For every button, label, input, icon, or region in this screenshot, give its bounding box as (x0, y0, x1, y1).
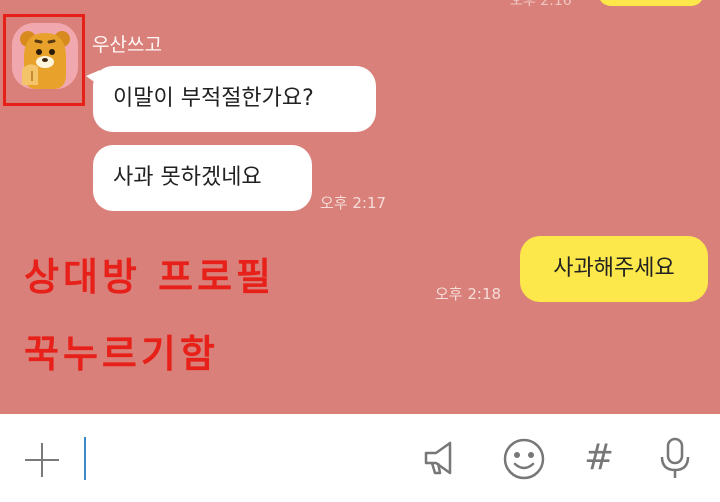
message-time: 오후 2:17 (320, 194, 387, 212)
lion-avatar-icon (12, 23, 78, 89)
microphone-icon[interactable] (658, 436, 692, 482)
emoji-icon[interactable] (502, 437, 546, 481)
annotation-text: 꾹누르기함 (24, 332, 219, 376)
message-time-clipped: 오후 2:16 (510, 0, 572, 9)
sent-bubble-clipped[interactable] (598, 0, 704, 6)
message-time: 오후 2:18 (435, 285, 502, 303)
received-message-bubble[interactable]: 이말이 부적절한가요? (93, 66, 376, 132)
sent-message-bubble[interactable]: 사과해주세요 (520, 236, 708, 302)
received-message-bubble[interactable]: 사과 못하겠네요 (93, 145, 312, 211)
message-input[interactable] (84, 437, 86, 480)
annotation-text: 상대방 프로필 (24, 255, 275, 299)
chat-area: 오후 2:16 우산쓰고 이말이 부적절한가요? 사과 못하겠네요 오후 2:1… (0, 0, 720, 414)
plus-icon[interactable] (25, 443, 59, 477)
hashtag-icon[interactable]: # (584, 436, 614, 480)
megaphone-icon[interactable] (420, 437, 462, 479)
avatar[interactable] (12, 23, 78, 89)
sender-name: 우산쓰고 (92, 34, 162, 56)
